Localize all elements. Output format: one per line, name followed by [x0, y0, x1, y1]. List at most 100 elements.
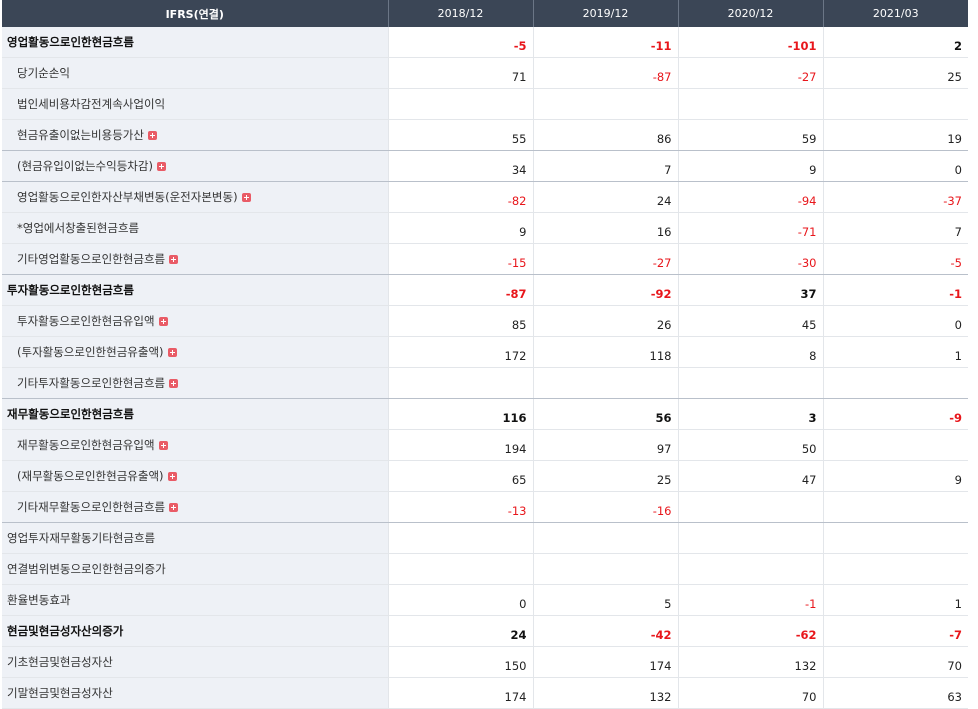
row-label-cell: 재무활동으로인한현금흐름	[2, 398, 389, 430]
row-label-cell: 기초현금및현금성자산	[2, 646, 389, 678]
table-row: 재무활동으로인한현금유입액 194 97 50	[2, 429, 968, 461]
value-cell: 0	[823, 150, 968, 182]
value-cell: 1	[823, 584, 968, 616]
expand-plus-icon[interactable]	[167, 348, 177, 357]
row-label: 현금유출이없는비용등가산	[17, 128, 144, 142]
expand-plus-icon[interactable]	[147, 131, 157, 140]
cash-flow-table: IFRS(연결) 2018/12 2019/12 2020/12 2021/03…	[2, 0, 968, 709]
row-label-cell: 현금및현금성자산의증가	[2, 615, 389, 647]
row-label-cell: (투자활동으로인한현금유출액)	[2, 336, 389, 368]
value-cell: 70	[823, 646, 968, 678]
row-label: 기초현금및현금성자산	[7, 655, 113, 669]
value-cell	[533, 553, 679, 585]
table-row: 투자활동으로인한현금유입액 85 26 45 0	[2, 305, 968, 337]
header-period-2021-03[interactable]: 2021/03	[823, 0, 968, 27]
row-label-cell: 영업투자재무활동기타현금흐름	[2, 522, 389, 554]
row-label: 기타영업활동으로인한현금흐름	[17, 252, 166, 266]
row-label-cell: 영업활동으로인한현금흐름	[2, 27, 389, 58]
value-cell: 55	[388, 119, 534, 151]
header-period-2020-12[interactable]: 2020/12	[678, 0, 824, 27]
row-label: 투자활동으로인한현금흐름	[7, 283, 134, 297]
value-cell	[823, 522, 968, 554]
expand-plus-icon[interactable]	[158, 441, 168, 450]
value-cell: -62	[678, 615, 824, 647]
row-label: 기타재무활동으로인한현금흐름	[17, 500, 166, 514]
value-cell: 174	[533, 646, 679, 678]
value-cell: -16	[533, 491, 679, 523]
row-label-cell: (재무활동으로인한현금유출액)	[2, 460, 389, 492]
value-cell: 172	[388, 336, 534, 368]
value-cell: -92	[533, 274, 679, 306]
value-cell: 47	[678, 460, 824, 492]
row-label: *영업에서창출된현금흐름	[17, 221, 140, 235]
row-label: 연결범위변동으로인한현금의증가	[7, 562, 166, 576]
value-cell	[823, 88, 968, 120]
value-cell	[678, 553, 824, 585]
value-cell: 9	[823, 460, 968, 492]
table-row: 재무활동으로인한현금흐름 116 56 3 -9	[2, 398, 968, 430]
expand-plus-icon[interactable]	[241, 193, 251, 202]
row-label-cell: 기타투자활동으로인한현금흐름	[2, 367, 389, 399]
value-cell: 7	[823, 212, 968, 244]
value-cell: -71	[678, 212, 824, 244]
row-label-cell: 연결범위변동으로인한현금의증가	[2, 553, 389, 585]
expand-plus-icon[interactable]	[158, 317, 168, 326]
table-row: 영업투자재무활동기타현금흐름	[2, 522, 968, 554]
expand-plus-icon[interactable]	[169, 255, 179, 264]
row-label-cell: 기타영업활동으로인한현금흐름	[2, 243, 389, 275]
expand-plus-icon[interactable]	[156, 162, 166, 171]
value-cell: 7	[533, 150, 679, 182]
value-cell: 132	[533, 677, 679, 709]
value-cell	[678, 367, 824, 399]
value-cell: 59	[678, 119, 824, 151]
row-label-cell: 당기순손익	[2, 57, 389, 89]
value-cell: -27	[678, 57, 824, 89]
value-cell	[823, 491, 968, 523]
value-cell	[678, 522, 824, 554]
table-row: *영업에서창출된현금흐름 9 16 -71 7	[2, 212, 968, 244]
row-label-cell: 재무활동으로인한현금유입액	[2, 429, 389, 461]
table-row: 법인세비용차감전계속사업이익	[2, 88, 968, 120]
value-cell: 174	[388, 677, 534, 709]
table-row: 기초현금및현금성자산 150 174 132 70	[2, 646, 968, 678]
row-label-cell: 기말현금및현금성자산	[2, 677, 389, 709]
value-cell: -27	[533, 243, 679, 275]
row-label: 기말현금및현금성자산	[7, 686, 113, 700]
value-cell: 56	[533, 398, 679, 430]
value-cell: 85	[388, 305, 534, 337]
value-cell: -101	[678, 27, 824, 58]
value-cell	[823, 553, 968, 585]
header-period-2018-12[interactable]: 2018/12	[388, 0, 534, 27]
value-cell: 194	[388, 429, 534, 461]
expand-plus-icon[interactable]	[167, 472, 177, 481]
value-cell: -9	[823, 398, 968, 430]
value-cell: 118	[533, 336, 679, 368]
table-row: 투자활동으로인한현금흐름 -87 -92 37 -1	[2, 274, 968, 306]
value-cell: -94	[678, 181, 824, 213]
row-label: 재무활동으로인한현금흐름	[7, 407, 134, 421]
table-row: 기타영업활동으로인한현금흐름 -15 -27 -30 -5	[2, 243, 968, 275]
row-label-cell: (현금유입이없는수익등차감)	[2, 150, 389, 182]
table-row: (현금유입이없는수익등차감) 34 7 9 0	[2, 150, 968, 182]
row-label: 현금및현금성자산의증가	[7, 624, 124, 638]
table-row: 기타재무활동으로인한현금흐름 -13 -16	[2, 491, 968, 523]
row-label: (현금유입이없는수익등차감)	[17, 159, 153, 173]
row-label-cell: 투자활동으로인한현금유입액	[2, 305, 389, 337]
row-label-cell: 법인세비용차감전계속사업이익	[2, 88, 389, 120]
table-row: 현금및현금성자산의증가 24 -42 -62 -7	[2, 615, 968, 647]
row-label: 영업투자재무활동기타현금흐름	[7, 531, 156, 545]
table-row: 현금유출이없는비용등가산 55 86 59 19	[2, 119, 968, 151]
table-row: 연결범위변동으로인한현금의증가	[2, 553, 968, 585]
expand-plus-icon[interactable]	[169, 379, 179, 388]
value-cell: 71	[388, 57, 534, 89]
value-cell: -1	[678, 584, 824, 616]
header-period-2019-12[interactable]: 2019/12	[533, 0, 679, 27]
value-cell: 45	[678, 305, 824, 337]
value-cell: -87	[388, 274, 534, 306]
value-cell	[533, 522, 679, 554]
value-cell: 0	[823, 305, 968, 337]
expand-plus-icon[interactable]	[169, 503, 179, 512]
header-label-column: IFRS(연결)	[2, 0, 389, 27]
value-cell: -1	[823, 274, 968, 306]
value-cell: -42	[533, 615, 679, 647]
